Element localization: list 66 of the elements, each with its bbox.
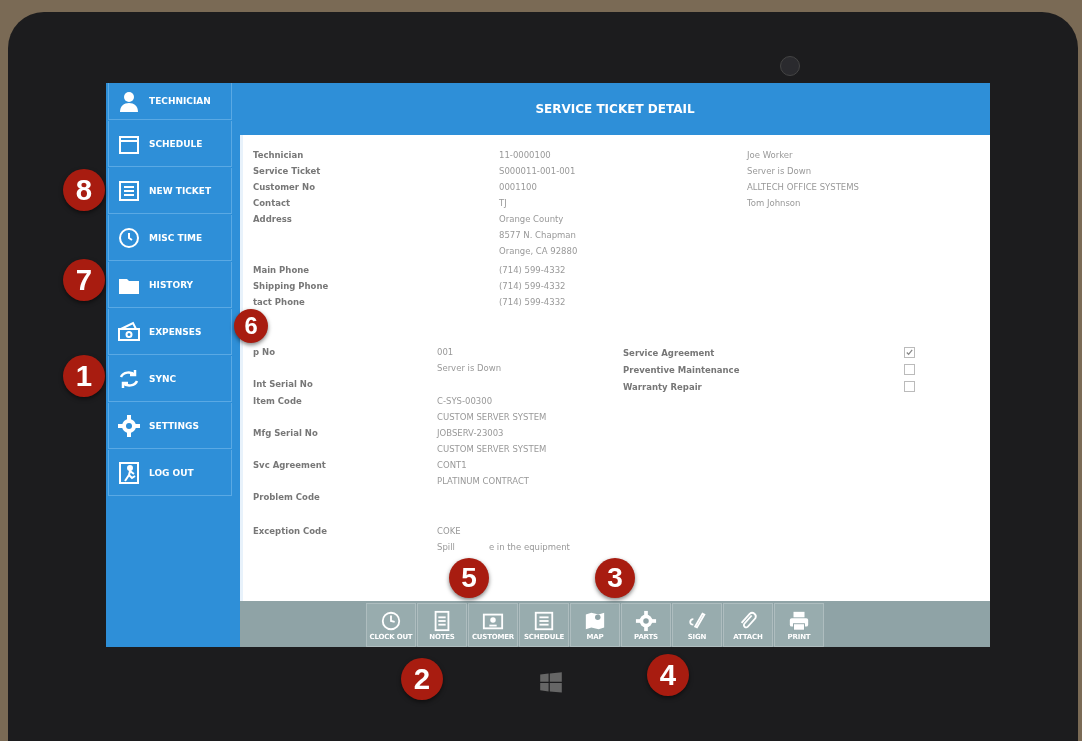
sidebar-item[interactable]: SYNC bbox=[108, 356, 232, 402]
list-icon bbox=[533, 609, 555, 632]
field-label: Technician bbox=[253, 149, 304, 162]
sidebar-item[interactable]: TECHNICIAN bbox=[108, 83, 232, 120]
checkbox[interactable] bbox=[904, 364, 915, 375]
field-value: 11-0000100 bbox=[499, 149, 551, 162]
camera-icon bbox=[780, 56, 800, 76]
field-value: CONT1 bbox=[437, 459, 467, 472]
checkbox[interactable] bbox=[904, 347, 915, 358]
field-value: ALLTECH OFFICE SYSTEMS bbox=[747, 181, 859, 194]
money-icon bbox=[117, 319, 141, 344]
field-label: Main Phone bbox=[253, 264, 310, 277]
field-label: Service Ticket bbox=[253, 165, 321, 178]
field-value: 001 bbox=[437, 346, 454, 359]
field-label: Svc Agreement bbox=[253, 459, 326, 472]
windows-logo-icon bbox=[539, 671, 563, 695]
page-title: SERVICE TICKET DETAIL bbox=[535, 102, 695, 116]
sidebar-item[interactable]: SCHEDULE bbox=[108, 121, 232, 167]
checkbox-label: Preventive Maintenance bbox=[623, 363, 740, 377]
list-icon bbox=[117, 178, 141, 203]
field-value: PLATINUM CONTRACT bbox=[437, 475, 530, 488]
field-value: Joe Worker bbox=[747, 149, 793, 162]
field-label: Shipping Phone bbox=[253, 280, 329, 293]
sidebar-item[interactable]: SETTINGS bbox=[108, 403, 232, 449]
sidebar-item[interactable]: HISTORY bbox=[108, 262, 232, 308]
field-label: Int Serial No bbox=[253, 378, 313, 391]
field-value: Server is Down bbox=[437, 362, 502, 375]
field-value: JOBSERV-23003 bbox=[437, 427, 504, 440]
checkbox[interactable] bbox=[904, 381, 915, 392]
field-value: Tom Johnson bbox=[747, 197, 801, 210]
field-value: 0001100 bbox=[499, 181, 537, 194]
field-label: Mfg Serial No bbox=[253, 427, 318, 440]
field-label: Problem Code bbox=[253, 491, 320, 504]
field-value: COKE bbox=[437, 525, 461, 538]
person-icon bbox=[117, 89, 141, 113]
field-value: Spill bbox=[437, 541, 455, 554]
field-label: Customer No bbox=[253, 181, 315, 194]
field-label: p No bbox=[253, 346, 275, 359]
checkbox-label: Service Agreement bbox=[623, 346, 715, 360]
field-value: (714) 599-4332 bbox=[499, 280, 566, 293]
field-value: Orange, CA 92880 bbox=[499, 245, 578, 258]
field-label: Exception Code bbox=[253, 525, 327, 538]
clock-icon bbox=[117, 225, 141, 250]
field-value: TJ bbox=[499, 197, 507, 210]
field-value: (714) 599-4332 bbox=[499, 264, 566, 277]
checkbox-label: Warranty Repair bbox=[623, 380, 702, 394]
field-value: 8577 N. Chapman bbox=[499, 229, 576, 242]
sidebar-item[interactable]: MISC TIME bbox=[108, 215, 232, 261]
sidebar-item[interactable]: LOG OUT bbox=[108, 450, 232, 496]
field-label: tact Phone bbox=[253, 296, 305, 309]
field-value: CUSTOM SERVER SYSTEM bbox=[437, 411, 547, 424]
clock-icon bbox=[380, 609, 402, 632]
exit-icon bbox=[117, 460, 141, 485]
sidebar-item[interactable]: EXPENSES bbox=[108, 309, 232, 355]
field-value: Orange County bbox=[499, 213, 564, 226]
field-value: (714) 599-4332 bbox=[499, 296, 566, 309]
field-label: Contact bbox=[253, 197, 291, 210]
field-value: Server is Down bbox=[747, 165, 812, 178]
printer-icon bbox=[788, 609, 810, 632]
field-value: CUSTOM SERVER SYSTEM bbox=[437, 443, 547, 456]
field-label: Address bbox=[253, 213, 292, 226]
field-label: Item Code bbox=[253, 395, 302, 408]
field-value: e in the equipment bbox=[488, 541, 570, 554]
sidebar-item[interactable]: NEW TICKET bbox=[108, 168, 232, 214]
field-value: C-SYS-00300 bbox=[437, 395, 493, 408]
field-value: S000011-001-001 bbox=[499, 165, 576, 178]
